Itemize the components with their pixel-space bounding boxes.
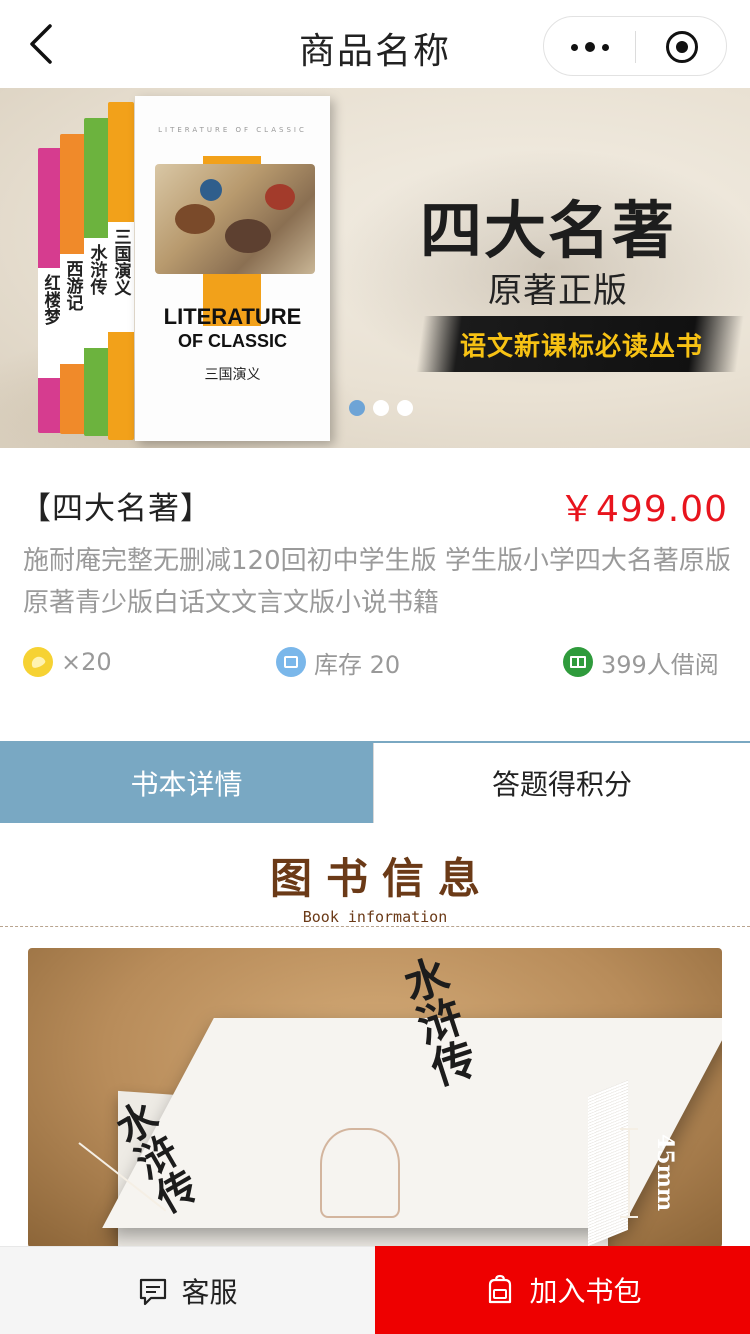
- banner-carousel[interactable]: 红楼梦 西游记 水浒传 三国演义 LITERATURE OF CLASSIC L…: [0, 88, 750, 448]
- measure-label: 45mm: [652, 1134, 678, 1212]
- add-to-bag-label: 加入书包: [529, 1275, 642, 1308]
- book-info-title: 图书信息: [269, 854, 494, 903]
- book-spine-sanguoyanyi: 三国演义: [108, 102, 134, 440]
- backpack-icon: [483, 1273, 517, 1307]
- stock-count: 库存 20: [314, 650, 401, 679]
- banner-subline: 原著正版: [488, 271, 628, 311]
- illustration-figure: [320, 1128, 400, 1218]
- tab-quiz-points[interactable]: 答题得积分: [373, 743, 750, 823]
- cover-painting: [155, 164, 315, 274]
- target-close-icon[interactable]: [636, 17, 728, 77]
- bottom-action-bar: 客服 加入书包: [0, 1246, 750, 1334]
- coin-reward: ×20: [23, 645, 112, 679]
- stock-info: 库存 20: [276, 645, 400, 679]
- book-spine-shuihuzhuan: 水浒传: [84, 118, 110, 436]
- book-photo: 水浒传 水浒传 45mm: [28, 948, 722, 1248]
- book-cover-image: LITERATURE OF CLASSIC LITERATURE OF CLAS…: [135, 96, 330, 441]
- borrow-info: 399人借阅: [563, 645, 719, 679]
- customer-service-button[interactable]: 客服: [0, 1246, 375, 1334]
- carousel-dot[interactable]: [397, 400, 413, 416]
- mini-program-capsule: [543, 16, 727, 76]
- banner-headline: 四大名著: [420, 194, 677, 267]
- carousel-indicator: [349, 400, 413, 416]
- carousel-dot[interactable]: [373, 400, 389, 416]
- customer-service-label: 客服: [181, 1275, 238, 1309]
- banner-slogan: 语文新课标必读丛书: [460, 332, 704, 362]
- chat-icon: [137, 1274, 171, 1308]
- carousel-dot[interactable]: [349, 400, 365, 416]
- product-description: 施耐庵完整无删减120回初中学生版 学生版小学四大名著原版原著青少版白话文文言文…: [23, 546, 731, 618]
- book-spine-xiyouji: 西游记: [60, 134, 86, 434]
- book-info-subtitle: Book information: [302, 908, 448, 926]
- navbar: 商品名称: [0, 0, 750, 88]
- measure-line: [620, 1128, 638, 1218]
- coin-count: ×20: [61, 648, 112, 676]
- stock-icon: [276, 647, 306, 677]
- add-to-bag-button[interactable]: 加入书包: [375, 1246, 750, 1334]
- book-icon: [563, 647, 593, 677]
- detail-tabs: 书本详情 答题得积分: [0, 741, 750, 823]
- tab-book-detail[interactable]: 书本详情: [0, 743, 373, 823]
- book-info-header: 图书信息 Book information: [0, 845, 750, 926]
- more-dots-icon[interactable]: [544, 17, 636, 77]
- product-name: 【四大名著】: [20, 491, 212, 527]
- borrow-count: 399人借阅: [601, 650, 719, 679]
- coin-icon: [23, 647, 53, 677]
- dashed-divider: [0, 926, 750, 927]
- product-price: ￥499.00: [559, 489, 728, 530]
